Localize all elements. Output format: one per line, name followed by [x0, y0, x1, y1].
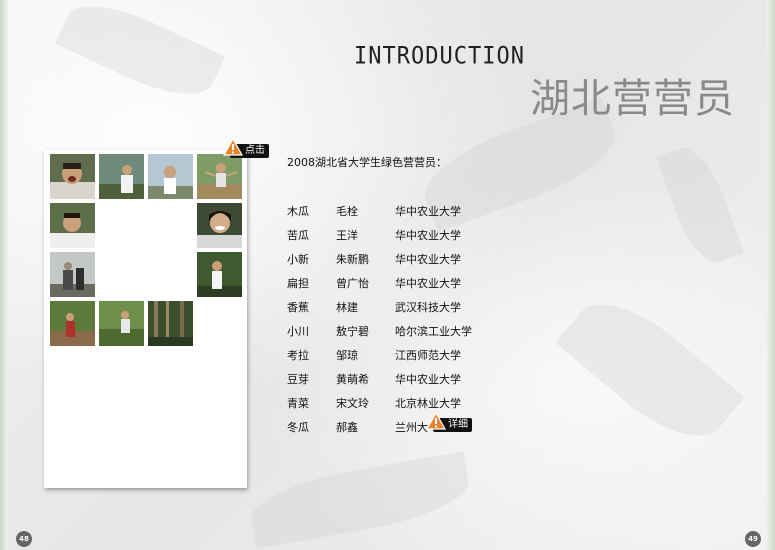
member-school: 哈尔滨工业大学	[395, 325, 472, 338]
member-school: 北京林业大学	[395, 397, 461, 410]
click-badge[interactable]: 点击	[223, 137, 269, 158]
member-photo-thumbnail[interactable]	[148, 154, 193, 199]
member-nickname: 扁担	[287, 277, 309, 290]
member-nickname: 小川	[287, 325, 309, 338]
photo-image	[148, 301, 193, 346]
intro-title: INTRODUCTION	[354, 42, 525, 71]
photo-image	[99, 301, 144, 346]
member-photo-thumbnail[interactable]	[99, 154, 144, 199]
background-leaf	[555, 281, 745, 459]
member-name: 曾广怡	[336, 277, 369, 290]
photo-image	[99, 154, 144, 199]
member-photo-thumbnail[interactable]	[50, 252, 95, 297]
click-badge-label: 点击	[245, 145, 265, 156]
member-photo-thumbnail[interactable]	[197, 154, 242, 199]
member-photo-thumbnail[interactable]	[197, 252, 242, 297]
photo-image	[50, 203, 95, 248]
page-edge-right	[767, 0, 775, 550]
member-photo-thumbnail[interactable]	[50, 154, 95, 199]
member-nickname: 考拉	[287, 349, 309, 362]
page-edge-left	[0, 0, 8, 550]
section-title: 湖北营营员	[530, 76, 735, 122]
member-school: 华中农业大学	[395, 253, 461, 266]
member-school: 武汉科技大学	[395, 301, 461, 314]
member-name: 邹琼	[336, 349, 358, 362]
member-nickname: 青菜	[287, 397, 309, 410]
background-leaf	[246, 451, 474, 549]
member-photo-thumbnail[interactable]	[99, 301, 144, 346]
page-number-right[interactable]: 49	[745, 531, 761, 547]
member-name: 毛栓	[336, 205, 358, 218]
photo-image	[148, 154, 193, 199]
member-nickname: 香蕉	[287, 301, 309, 314]
member-photo-thumbnail[interactable]	[50, 301, 95, 346]
background-leaf	[655, 140, 745, 270]
photo-image	[197, 154, 242, 199]
member-nickname: 冬瓜	[287, 421, 309, 434]
member-nickname: 苦瓜	[287, 229, 309, 242]
detail-badge[interactable]: 详细	[426, 411, 472, 432]
member-name: 宋文玲	[336, 397, 369, 410]
member-school: 华中农业大学	[395, 277, 461, 290]
warning-icon	[426, 411, 446, 430]
member-name: 朱新鹏	[336, 253, 369, 266]
member-school: 江西师范大学	[395, 349, 461, 362]
photo-image	[197, 203, 242, 248]
member-school: 华中农业大学	[395, 229, 461, 242]
member-name: 郝鑫	[336, 421, 358, 434]
photo-image	[50, 301, 95, 346]
member-photo-thumbnail[interactable]	[197, 203, 242, 248]
roster-heading: 2008湖北省大学生绿色营营员：	[287, 156, 447, 169]
member-photo-thumbnail[interactable]	[148, 301, 193, 346]
photo-image	[50, 154, 95, 199]
photo-image	[197, 252, 242, 297]
member-name: 王洋	[336, 229, 358, 242]
member-nickname: 木瓜	[287, 205, 309, 218]
detail-badge-label: 详细	[448, 419, 468, 430]
member-name: 林建	[336, 301, 358, 314]
member-photo-thumbnail[interactable]	[50, 203, 95, 248]
warning-icon	[223, 137, 243, 156]
member-name: 敖宁碧	[336, 325, 369, 338]
member-school: 华中农业大学	[395, 205, 461, 218]
book-page: INTRODUCTION 湖北营营员 点击 2008湖北省大学生绿色营营员： 木…	[0, 0, 775, 550]
photo-image	[50, 252, 95, 297]
member-nickname: 豆芽	[287, 373, 309, 386]
member-nickname: 小新	[287, 253, 309, 266]
member-school: 华中农业大学	[395, 373, 461, 386]
member-school: 兰州大	[395, 421, 428, 434]
member-name: 黄萌希	[336, 373, 369, 386]
background-leaf	[54, 0, 226, 111]
page-number-left[interactable]: 48	[16, 531, 32, 547]
